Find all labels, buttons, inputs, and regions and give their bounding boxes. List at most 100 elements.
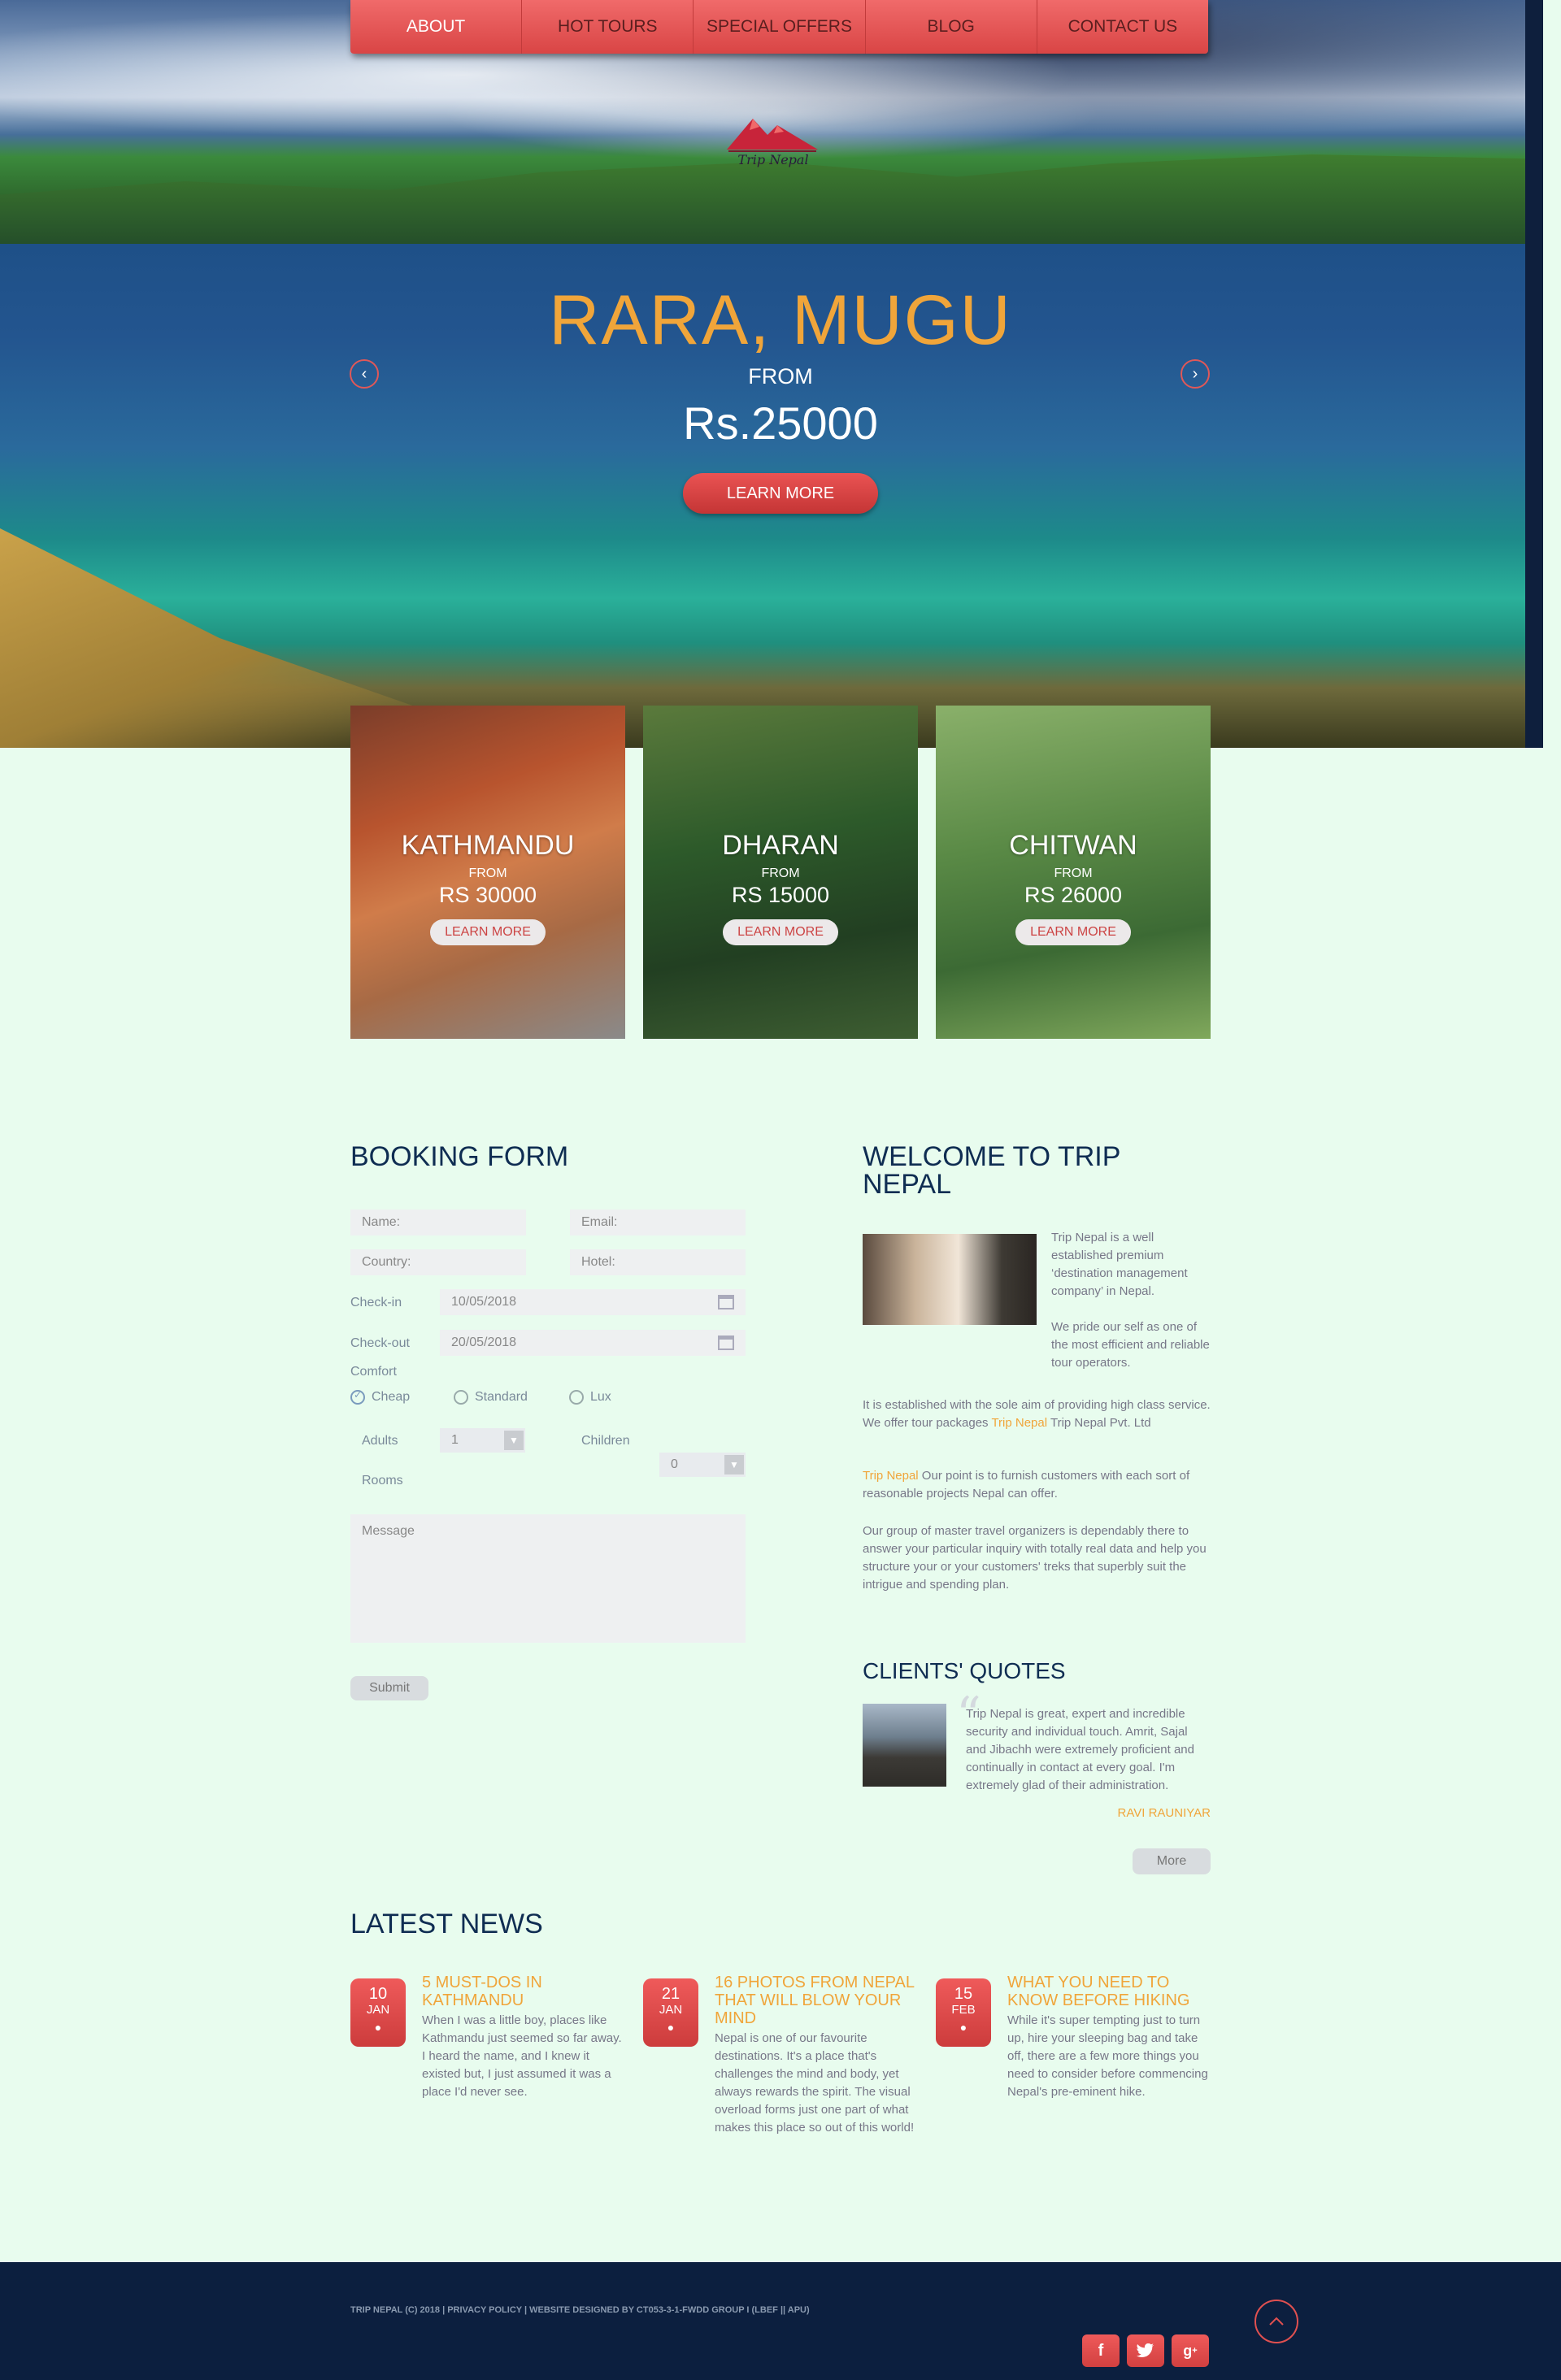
quote-text: Trip Nepal is great, expert and incredib… [966, 1707, 1194, 1792]
footer [0, 2262, 1561, 2380]
more-quotes-button[interactable]: More [1133, 1848, 1211, 1874]
checkin-label: Check-in [350, 1296, 402, 1309]
news-month: FEB [951, 2003, 976, 2017]
card-from: FROM [761, 866, 800, 880]
hero-from: FROM [748, 364, 813, 389]
nav-about[interactable]: ABOUT [350, 0, 523, 54]
checkout-label: Check-out [350, 1336, 410, 1350]
card-from: FROM [1054, 866, 1093, 880]
email-field[interactable]: Email: [570, 1210, 746, 1236]
children-select[interactable]: 0 ▼ [659, 1453, 746, 1477]
welcome-p2: We pride our self as one of the most eff… [1051, 1320, 1210, 1370]
welcome-p5: Our group of master travel organizers is… [863, 1524, 1207, 1592]
client-avatar [863, 1704, 946, 1787]
hotel-field[interactable]: Hotel: [570, 1249, 746, 1275]
card-price: RS 30000 [438, 883, 537, 907]
chevron-down-icon[interactable]: ▼ [504, 1431, 524, 1450]
latest-news-title: LATEST NEWS [350, 1909, 543, 1939]
hero-learn-more-button[interactable]: LEARN MORE [683, 473, 878, 514]
calendar-icon[interactable] [718, 1295, 734, 1309]
comfort-option-label: Cheap [372, 1390, 411, 1404]
booking-form-title: BOOKING FORM [350, 1141, 569, 1172]
news-title-link[interactable]: WHAT YOU NEED TO KNOW BEFORE HIKING [1007, 1974, 1211, 2009]
adults-label: Adults [362, 1434, 398, 1448]
trip-nepal-link[interactable]: Trip Nepal [991, 1416, 1047, 1430]
radio-icon[interactable] [569, 1390, 584, 1405]
welcome-p3-text-end: Trip Nepal Pvt. Ltd [1047, 1416, 1151, 1430]
news-title-link[interactable]: 16 PHOTOS FROM NEPAL THAT WILL BLOW YOUR… [715, 1974, 922, 2027]
checkin-value: 10/05/2018 [451, 1295, 517, 1309]
welcome-p4: Trip Nepal Our point is to furnish custo… [863, 1467, 1211, 1503]
trip-nepal-link[interactable]: Trip Nepal [863, 1469, 919, 1483]
welcome-title: WELCOME TO TRIP NEPAL [863, 1141, 1120, 1200]
comfort-option-label: Lux [590, 1390, 611, 1404]
news-date-badge: 15 FEB ● [936, 1978, 991, 2047]
card-title: DHARAN [722, 830, 839, 861]
nav-hot-tours[interactable]: HOT TOURS [522, 0, 694, 54]
twitter-icon[interactable] [1127, 2334, 1164, 2367]
news-text: While it's super tempting just to turn u… [1007, 2013, 1208, 2099]
card-title: KATHMANDU [401, 830, 575, 861]
checkout-value: 20/05/2018 [451, 1335, 517, 1349]
quote-author: RAVI RAUNIYAR [1117, 1806, 1211, 1820]
comfort-option-standard[interactable]: Standard [454, 1390, 569, 1405]
children-label: Children [581, 1434, 630, 1448]
destination-card-kathmandu[interactable]: KATHMANDU FROM RS 30000 LEARN MORE [350, 706, 625, 1039]
main-nav: ABOUT HOT TOURS SPECIAL OFFERS BLOG CONT… [350, 0, 1208, 54]
card-learn-more-button[interactable]: LEARN MORE [723, 919, 838, 945]
hero-price: Rs.25000 [683, 397, 878, 449]
radio-icon[interactable] [454, 1390, 468, 1405]
clients-quotes-title: CLIENTS' QUOTES [863, 1658, 1066, 1683]
checkin-field[interactable]: 10/05/2018 [440, 1289, 746, 1315]
name-field[interactable]: Name: [350, 1210, 526, 1236]
calendar-icon[interactable] [718, 1335, 734, 1350]
nav-contact-us[interactable]: CONTACT US [1037, 0, 1208, 54]
logo[interactable]: Trip Nepal [720, 114, 826, 171]
comfort-option-lux[interactable]: Lux [569, 1390, 611, 1405]
news-title-link[interactable]: 5 MUST-DOS IN KATHMANDU [422, 1974, 625, 2009]
news-month: JAN [366, 2003, 390, 2017]
facebook-icon[interactable]: f [1082, 2334, 1120, 2367]
slider-prev-arrow-icon[interactable]: ‹ [350, 359, 379, 389]
country-field[interactable]: Country: [350, 1249, 526, 1275]
comment-icon: ● [959, 2021, 967, 2034]
card-from: FROM [468, 866, 507, 880]
radio-checked-icon[interactable] [350, 1389, 365, 1405]
slider-next-arrow-icon[interactable]: › [1181, 359, 1210, 389]
card-price: RS 26000 [1024, 883, 1123, 907]
footer-copyright: TRIP NEPAL (C) 2018 | PRIVACY POLICY | W… [350, 2305, 810, 2315]
welcome-p3: It is established with the sole aim of p… [863, 1396, 1211, 1432]
comment-icon: ● [374, 2021, 382, 2034]
team-photo [863, 1234, 1037, 1325]
comfort-radio-group: Cheap Standard Lux [350, 1389, 611, 1405]
comfort-option-cheap[interactable]: Cheap [350, 1389, 454, 1405]
nav-blog[interactable]: BLOG [866, 0, 1037, 54]
news-day: 10 [368, 1985, 388, 2003]
card-title: CHITWAN [1009, 830, 1137, 861]
news-text: When I was a little boy, places like Kat… [422, 2013, 622, 2099]
card-learn-more-button[interactable]: LEARN MORE [1015, 919, 1131, 945]
news-month: JAN [659, 2003, 683, 2017]
welcome-p1: Trip Nepal is a well established premium… [1051, 1231, 1188, 1298]
destination-card-chitwan[interactable]: CHITWAN FROM RS 26000 LEARN MORE [936, 706, 1211, 1039]
card-price: RS 15000 [731, 883, 830, 907]
news-date-badge: 10 JAN ● [350, 1978, 406, 2047]
message-field[interactable]: Message [350, 1514, 746, 1643]
checkout-field[interactable]: 20/05/2018 [440, 1330, 746, 1356]
submit-button[interactable]: Submit [350, 1676, 428, 1700]
news-text: Nepal is one of our favourite destinatio… [715, 2031, 915, 2135]
comfort-option-label: Standard [475, 1390, 528, 1404]
nav-special-offers[interactable]: SPECIAL OFFERS [694, 0, 866, 54]
mountain-logo-icon: Trip Nepal [727, 119, 818, 167]
news-day: 21 [661, 1985, 680, 2003]
google-plus-icon[interactable]: g + [1172, 2334, 1209, 2367]
hero-title: RARA, MUGU [549, 281, 1012, 359]
news-date-badge: 21 JAN ● [643, 1978, 698, 2047]
rooms-label: Rooms [362, 1474, 403, 1488]
adults-select[interactable]: 1 ▼ [440, 1428, 525, 1453]
chevron-down-icon[interactable]: ▼ [724, 1455, 744, 1474]
card-learn-more-button[interactable]: LEARN MORE [430, 919, 546, 945]
back-to-top-chevron-up-icon[interactable] [1254, 2300, 1298, 2343]
destination-card-dharan[interactable]: DHARAN FROM RS 15000 LEARN MORE [643, 706, 918, 1039]
news-day: 15 [954, 1985, 973, 2003]
